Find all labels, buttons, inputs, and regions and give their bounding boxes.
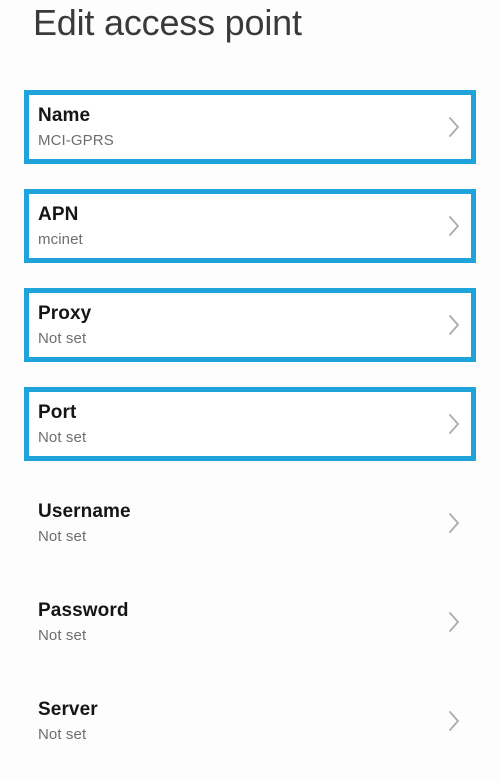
settings-row-value: MCI-GPRS [38,132,114,149]
edit-access-point-screen: Edit access point Name MCI-GPRS APN mcinet P… [0,0,500,782]
settings-row-label: APN [38,204,79,225]
settings-row-content: Password Not set [0,585,500,659]
settings-row-value: Not set [38,627,87,644]
settings-row-content: Port Not set [29,392,471,456]
settings-row-label: Port [38,402,77,423]
settings-row-content: Proxy Not set [29,293,471,357]
settings-row-proxy[interactable]: Proxy Not set [24,288,476,362]
settings-row-label: Password [38,600,129,621]
settings-row-content: Name MCI-GPRS [29,95,471,159]
settings-row-content: APN mcinet [29,194,471,258]
chevron-right-icon[interactable] [446,412,462,436]
access-point-settings-list: Name MCI-GPRS APN mcinet Proxy Not set Port Not… [0,90,500,783]
settings-row-content: Username Not set [0,486,500,560]
chevron-right-icon[interactable] [446,610,462,634]
settings-row-value: Not set [38,726,87,743]
page-title: Edit access point [33,2,302,43]
chevron-right-icon[interactable] [446,709,462,733]
settings-row-text: Proxy Not set [38,302,436,348]
settings-row-port[interactable]: Port Not set [24,387,476,461]
settings-row-text: Name MCI-GPRS [38,104,436,150]
settings-row-name[interactable]: Name MCI-GPRS [24,90,476,164]
settings-row-text: APN mcinet [38,203,436,249]
settings-row-label: Server [38,699,98,720]
settings-row-text: Password Not set [38,599,436,645]
settings-row-label: Username [38,501,131,522]
settings-row-value: Not set [38,528,87,545]
settings-row-value: Not set [38,429,87,446]
settings-row-password[interactable]: Password Not set [0,585,500,659]
settings-row-text: Port Not set [38,401,436,447]
settings-row-username[interactable]: Username Not set [0,486,500,560]
settings-row-value: Not set [38,330,87,347]
settings-row-text: Server Not set [38,698,436,744]
chevron-right-icon[interactable] [446,313,462,337]
settings-row-label: Name [38,105,91,126]
chevron-right-icon[interactable] [446,115,462,139]
settings-row-label: Proxy [38,303,92,324]
settings-row-server[interactable]: Server Not set [0,684,500,758]
settings-row-text: Username Not set [38,500,436,546]
settings-row-content: Server Not set [0,684,500,758]
chevron-right-icon[interactable] [446,511,462,535]
chevron-right-icon[interactable] [446,214,462,238]
settings-row-apn[interactable]: APN mcinet [24,189,476,263]
settings-row-value: mcinet [38,231,83,248]
